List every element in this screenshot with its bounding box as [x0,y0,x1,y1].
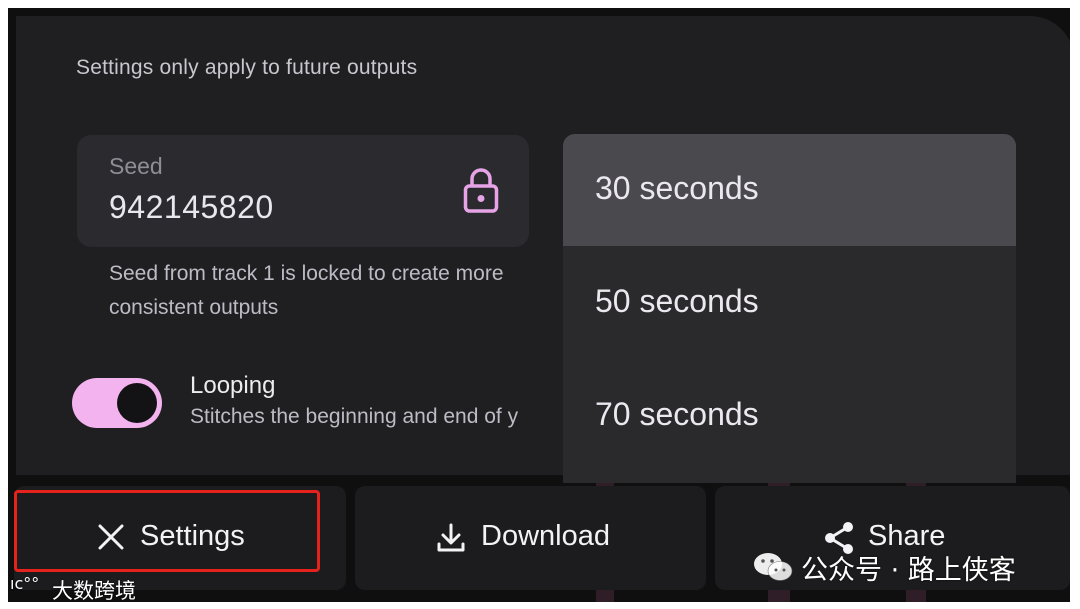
source-watermark: 大数跨境 [52,579,136,603]
looping-title: Looping [190,372,276,399]
toggle-knob [117,383,157,423]
looping-toggle[interactable] [72,378,162,428]
lock-icon[interactable] [463,167,499,213]
duration-option-70[interactable]: 70 seconds [563,360,1016,472]
seed-value[interactable]: 942145820 [109,189,274,226]
looping-description: Stitches the beginning and end of y [190,405,519,428]
seed-label: Seed [109,153,163,179]
duration-option-30[interactable]: 30 seconds [563,134,1016,246]
wechat-watermark: 公众号 · 路上侠客 [801,555,1016,586]
settings-panel: Settings only apply to future outputs Se… [16,16,1070,483]
wechat-icon [752,550,794,584]
seed-help-text: Seed from track 1 is locked to create mo… [109,262,504,319]
duration-option-label: 50 seconds [595,283,759,319]
settings-note: Settings only apply to future outputs [76,56,418,79]
seed-field[interactable]: Seed 942145820 [77,135,529,247]
settings-highlight-box [14,490,320,572]
duration-option-label: 30 seconds [595,170,759,206]
duration-dropdown[interactable]: 30 seconds 50 seconds 70 seconds [563,134,1016,483]
source-logo-icon: ıⅽ°° [10,574,40,593]
duration-option-50[interactable]: 50 seconds [563,247,1016,359]
download-button-label: Download [481,520,610,552]
duration-option-label: 70 seconds [595,396,759,432]
download-button[interactable]: Download [355,486,706,590]
download-icon [437,523,465,552]
